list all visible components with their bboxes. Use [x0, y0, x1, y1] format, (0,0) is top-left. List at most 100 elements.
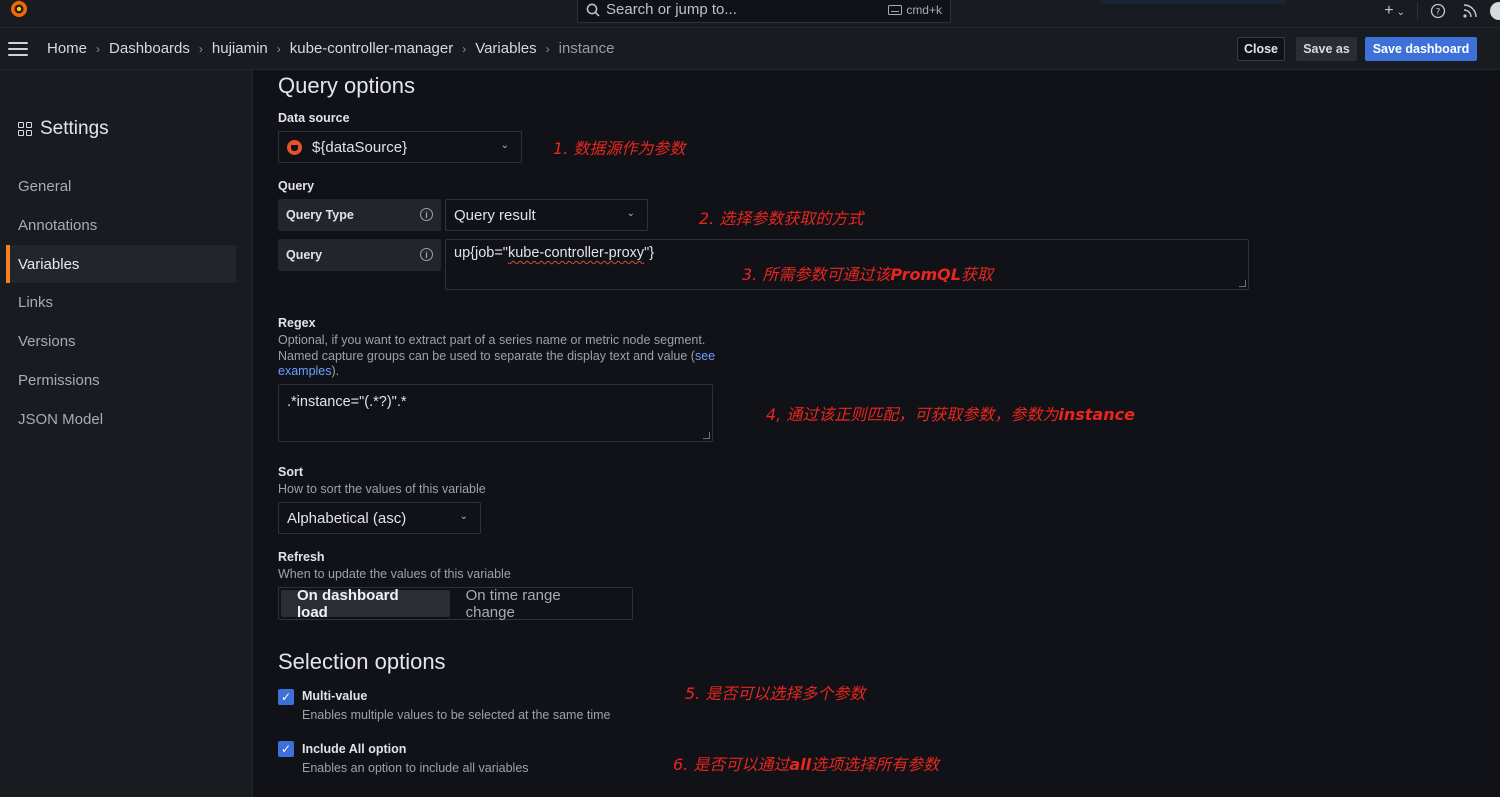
- annotation-4-bold: instance: [1058, 405, 1135, 424]
- search-input[interactable]: Search or jump to... cmd+k: [577, 0, 951, 23]
- rss-icon[interactable]: [1462, 3, 1478, 19]
- save-dashboard-button[interactable]: Save dashboard: [1365, 37, 1477, 61]
- prometheus-icon: [287, 139, 302, 155]
- query-type-label-text: Query Type: [286, 208, 354, 222]
- resize-handle[interactable]: [703, 432, 710, 439]
- breadcrumb: Home › Dashboards › hujiamin › kube-cont…: [47, 40, 615, 57]
- help-icon[interactable]: ?: [1430, 3, 1446, 19]
- annotation-3-post: 获取: [960, 265, 993, 284]
- refresh-option-time-range-change[interactable]: On time range change: [450, 587, 630, 621]
- include-all-checkbox[interactable]: ✓: [278, 741, 294, 757]
- regex-desc-line-3: examples).: [278, 364, 758, 380]
- annotation-6-pre: 6. 是否可以通过: [673, 755, 790, 774]
- breadcrumb-folder[interactable]: hujiamin: [212, 40, 268, 57]
- svg-text:?: ?: [1436, 8, 1441, 18]
- sidebar-item-general[interactable]: General: [6, 167, 236, 205]
- sort-description: How to sort the values of this variable: [278, 482, 486, 496]
- settings-sidebar: Settings General Annotations Variables L…: [0, 70, 253, 797]
- annotation-3-bold: PromQL: [890, 265, 961, 284]
- sidebar-item-versions[interactable]: Versions: [6, 322, 236, 360]
- avatar[interactable]: [1490, 2, 1500, 20]
- sidebar-title: Settings: [18, 118, 109, 140]
- regex-desc-end: ).: [331, 364, 340, 378]
- top-right-actions: + ⌄ ?: [1376, 0, 1500, 22]
- annotation-2: 2. 选择参数获取的方式: [699, 209, 864, 228]
- sidebar-item-annotations[interactable]: Annotations: [6, 206, 236, 244]
- multi-value-checkbox[interactable]: ✓: [278, 689, 294, 705]
- chevron-right-icon: ›: [462, 41, 467, 56]
- annotation-6-bold: all: [789, 755, 812, 774]
- query-type-value: Query result: [454, 206, 536, 224]
- info-icon[interactable]: i: [420, 248, 433, 261]
- regex-desc-line-1: Optional, if you want to extract part of…: [278, 333, 706, 347]
- regex-value: .*instance="(.*?)".*: [287, 394, 407, 410]
- refresh-radio-group: On dashboard load On time range change: [278, 587, 633, 621]
- annotation-3: 3. 所需参数可通过该PromQL获取: [742, 261, 993, 285]
- multi-value-description: Enables multiple values to be selected a…: [302, 708, 611, 722]
- close-button[interactable]: Close: [1237, 37, 1285, 61]
- variable-editor: Query options Data source ${dataSource} …: [254, 70, 1500, 797]
- sort-label: Sort: [278, 465, 303, 479]
- grafana-logo-icon[interactable]: [6, 0, 32, 22]
- query-field-label-text: Query: [286, 248, 323, 262]
- plus-icon[interactable]: + ⌄: [1384, 2, 1405, 20]
- include-all-description: Enables an option to include all variabl…: [302, 761, 529, 775]
- sidebar-item-permissions[interactable]: Permissions: [6, 361, 236, 399]
- sidebar-title-text: Settings: [40, 118, 109, 139]
- menu-icon[interactable]: [8, 42, 28, 60]
- see-link[interactable]: see: [695, 349, 715, 363]
- regex-label: Regex: [278, 316, 316, 330]
- breadcrumb-home[interactable]: Home: [47, 40, 87, 57]
- chevron-down-icon: ⌄: [459, 511, 468, 522]
- annotation-4-pre: 4, 通过该正则匹配，可获取参数，参数为: [766, 405, 1059, 424]
- include-all-label: Include All option: [302, 742, 407, 756]
- query-field-label: Query i: [278, 239, 441, 271]
- selection-options-heading: Selection options: [278, 649, 446, 674]
- chevron-right-icon: ›: [96, 41, 101, 56]
- regex-input[interactable]: .*instance="(.*?)".*: [278, 384, 713, 442]
- examples-link[interactable]: examples: [278, 364, 332, 378]
- data-source-label: Data source: [278, 111, 350, 125]
- data-source-value: ${dataSource}: [312, 138, 408, 156]
- query-value-suffix: "}: [644, 245, 655, 261]
- refresh-label: Refresh: [278, 550, 325, 564]
- refresh-description: When to update the values of this variab…: [278, 567, 511, 581]
- sort-select[interactable]: Alphabetical (asc) ⌄: [278, 502, 481, 534]
- resize-handle[interactable]: [1239, 280, 1246, 287]
- data-source-select[interactable]: ${dataSource} ⌄: [278, 131, 522, 163]
- top-bar: Search or jump to... cmd+k + ⌄ ?: [0, 0, 1500, 28]
- annotation-1: 1. 数据源作为参数: [553, 139, 686, 158]
- breadcrumb-dashboards[interactable]: Dashboards: [109, 40, 190, 57]
- shortcut-hint: cmd+k: [888, 3, 942, 17]
- breadcrumb-variables[interactable]: Variables: [475, 40, 536, 57]
- chevron-down-icon: ⌄: [500, 140, 509, 151]
- breadcrumb-current: instance: [558, 40, 615, 57]
- annotation-5: 5. 是否可以选择多个参数: [685, 684, 866, 703]
- annotation-4: 4, 通过该正则匹配，可获取参数，参数为instance: [766, 401, 1135, 425]
- sidebar-item-variables[interactable]: Variables: [6, 245, 236, 283]
- refresh-option-dashboard-load[interactable]: On dashboard load: [281, 587, 450, 621]
- regex-description: Optional, if you want to extract part of…: [278, 333, 758, 380]
- query-options-heading: Query options: [278, 73, 415, 98]
- sidebar-item-json-model[interactable]: JSON Model: [6, 400, 236, 438]
- query-value-job: kube-controller-proxy: [507, 245, 645, 261]
- cut-off-label: [278, 792, 348, 797]
- query-type-select[interactable]: Query result ⌄: [445, 199, 648, 231]
- breadcrumb-dashboard[interactable]: kube-controller-manager: [290, 40, 453, 57]
- search-icon: [586, 3, 600, 17]
- query-type-label: Query Type i: [278, 199, 441, 231]
- save-as-button[interactable]: Save as: [1296, 37, 1357, 61]
- regex-desc-line-2: Named capture groups can be used to sepa…: [278, 349, 758, 365]
- chevron-right-icon: ›: [276, 41, 281, 56]
- shortcut-text: cmd+k: [906, 2, 942, 17]
- query-section-label: Query: [278, 179, 315, 193]
- multi-value-label: Multi-value: [302, 689, 368, 703]
- sidebar-item-links[interactable]: Links: [6, 283, 236, 321]
- chevron-right-icon: ›: [545, 41, 550, 56]
- info-icon[interactable]: i: [420, 208, 433, 221]
- annotation-6-post: 选项选择所有参数: [811, 755, 940, 774]
- breadcrumb-bar: Home › Dashboards › hujiamin › kube-cont…: [0, 28, 1500, 70]
- divider: [1417, 2, 1418, 20]
- top-highlight: [1100, 0, 1285, 4]
- chevron-right-icon: ›: [198, 41, 203, 56]
